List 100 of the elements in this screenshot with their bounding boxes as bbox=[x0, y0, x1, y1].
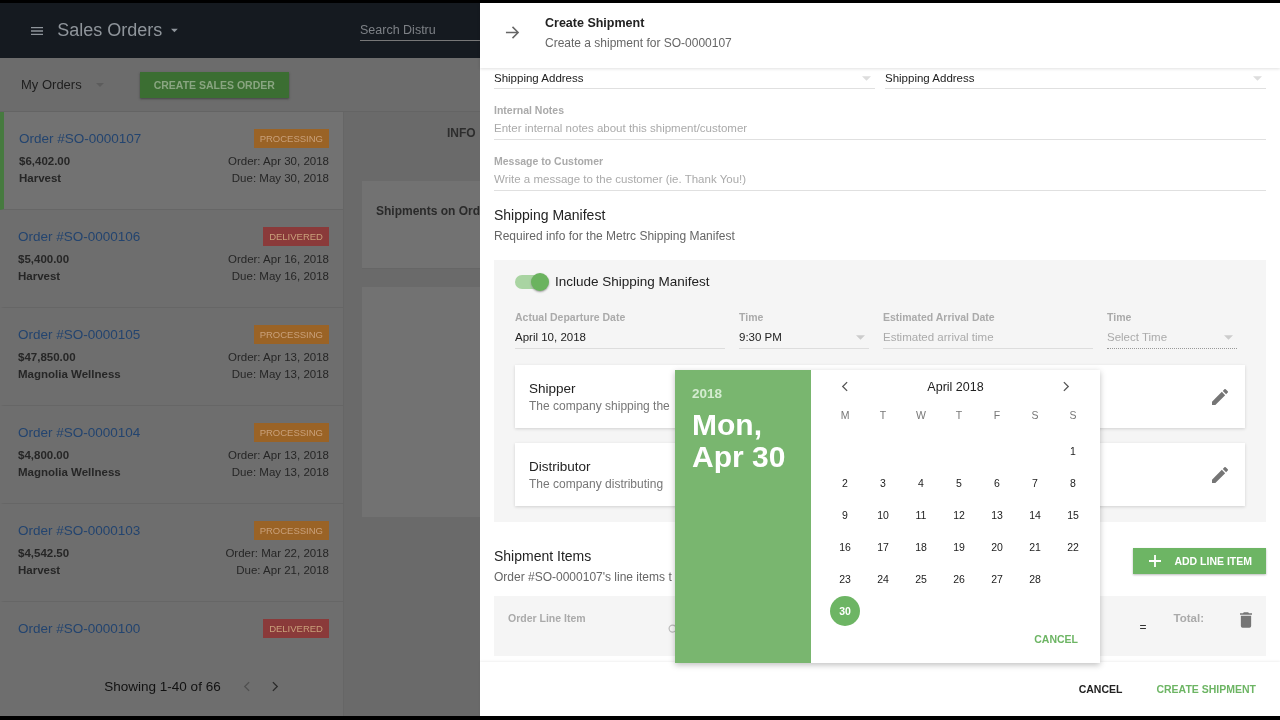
status-badge: PROCESSING bbox=[253, 129, 329, 148]
order-date: Order: Mar 22, 2018 bbox=[225, 547, 329, 559]
party-title: Shipper bbox=[529, 380, 577, 396]
input-field[interactable]: April 10, 2018 bbox=[515, 323, 725, 349]
weekday-label: M bbox=[839, 408, 851, 423]
calendar-day[interactable]: 2 bbox=[830, 468, 860, 498]
due-date: Due: Apr 21, 2018 bbox=[236, 564, 329, 576]
calendar-day[interactable]: 19 bbox=[944, 532, 974, 562]
card-title: Shipments on Ord bbox=[376, 204, 480, 218]
customer-name: Magnolia Wellness bbox=[18, 466, 121, 478]
status-badge: DELIVERED bbox=[263, 619, 329, 638]
next-icon[interactable] bbox=[271, 680, 279, 692]
status-badge: PROCESSING bbox=[253, 423, 329, 442]
menu-icon[interactable] bbox=[31, 24, 44, 37]
caret-icon[interactable] bbox=[171, 28, 178, 33]
calendar-day[interactable]: 23 bbox=[830, 564, 860, 594]
page-title: Sales Orders bbox=[57, 20, 163, 41]
dropdown-caret-icon[interactable] bbox=[856, 334, 865, 340]
order-date: Order: Apr 13, 2018 bbox=[227, 449, 329, 461]
equals-sign: = bbox=[1139, 620, 1147, 634]
calendar-day[interactable]: 11 bbox=[906, 500, 936, 530]
calendar-day[interactable]: 17 bbox=[868, 532, 898, 562]
party-description: The company shipping the bbox=[529, 398, 670, 413]
previous-month-icon[interactable] bbox=[841, 381, 848, 392]
calendar-day[interactable]: 20 bbox=[982, 532, 1012, 562]
weekday-label: S bbox=[1030, 408, 1040, 423]
order-amount: $47,850.00 bbox=[18, 351, 76, 363]
calendar-day[interactable]: 24 bbox=[868, 564, 898, 594]
dropdown-caret-icon[interactable] bbox=[1224, 334, 1233, 340]
calendar-day[interactable]: 21 bbox=[1020, 532, 1050, 562]
cancel-button[interactable]: CANCEL bbox=[1068, 675, 1133, 703]
input-field[interactable]: 9:30 PM bbox=[739, 323, 869, 349]
order-date: Order: Apr 13, 2018 bbox=[227, 351, 329, 363]
calendar-day[interactable]: 28 bbox=[1020, 564, 1050, 594]
calendar-day[interactable]: 5 bbox=[944, 468, 974, 498]
status-badge: DELIVERED bbox=[263, 227, 329, 246]
picker-date: Apr 30 bbox=[692, 441, 787, 473]
status-badge: PROCESSING bbox=[253, 521, 329, 540]
drawer-title: Create Shipment bbox=[545, 15, 646, 30]
field-label: Time bbox=[1107, 311, 1133, 323]
address-select[interactable]: Shipping Address bbox=[885, 72, 1266, 89]
calendar-day[interactable]: 1 bbox=[1058, 436, 1088, 466]
field-label: Estimated Arrival Date bbox=[883, 311, 996, 323]
pencil-icon[interactable] bbox=[1212, 388, 1228, 405]
weekday-label: T bbox=[878, 408, 888, 423]
trash-icon[interactable] bbox=[1240, 612, 1252, 628]
calendar-day[interactable]: 13 bbox=[982, 500, 1012, 530]
pencil-icon[interactable] bbox=[1212, 466, 1228, 483]
calendar-day[interactable]: 4 bbox=[906, 468, 936, 498]
order-date: Order: Apr 16, 2018 bbox=[227, 253, 329, 265]
search-field[interactable]: Search Distru bbox=[360, 20, 480, 41]
calendar-day[interactable]: 9 bbox=[830, 500, 860, 530]
party-title: Distributor bbox=[529, 458, 592, 474]
due-date: Due: May 13, 2018 bbox=[231, 368, 329, 380]
calendar-day[interactable]: 3 bbox=[868, 468, 898, 498]
drawer-subtitle: Create a shipment for SO-0000107 bbox=[545, 35, 732, 50]
calendar-day[interactable]: 7 bbox=[1020, 468, 1050, 498]
calendar-day[interactable]: 6 bbox=[982, 468, 1012, 498]
field-label: Order Line Item bbox=[508, 612, 586, 624]
customer-name: Harvest bbox=[19, 172, 62, 184]
due-date: Due: May 16, 2018 bbox=[231, 270, 329, 282]
calendar-day[interactable]: 22 bbox=[1058, 532, 1088, 562]
plus-icon bbox=[1149, 555, 1162, 567]
weekday-label: F bbox=[992, 408, 1002, 423]
total-label: Total: bbox=[1173, 612, 1204, 624]
toggle-label: Include Shipping Manifest bbox=[555, 274, 710, 289]
calendar-day[interactable]: 16 bbox=[830, 532, 860, 562]
weekday-label: W bbox=[915, 408, 927, 423]
arrow-icon[interactable] bbox=[505, 25, 520, 40]
order-amount: $6,402.00 bbox=[19, 155, 71, 167]
calendar-day[interactable]: 15 bbox=[1058, 500, 1088, 530]
toggle-switch[interactable] bbox=[515, 274, 547, 289]
customer-name: Harvest bbox=[18, 270, 61, 282]
section-title: Shipment Items bbox=[494, 548, 593, 564]
status-badge: PROCESSING bbox=[253, 325, 329, 344]
address-select[interactable]: Shipping Address bbox=[494, 72, 875, 89]
section-subtitle: Order #SO-0000107's line items t bbox=[494, 570, 672, 584]
field-label: Time bbox=[739, 311, 765, 323]
next-month-icon[interactable] bbox=[1063, 381, 1070, 392]
party-description: The company distributing bbox=[529, 476, 664, 491]
order-amount: $4,542.50 bbox=[18, 547, 70, 559]
previous-icon[interactable] bbox=[242, 680, 250, 692]
field-label: Message to Customer bbox=[494, 155, 605, 167]
calendar-day[interactable]: 25 bbox=[906, 564, 936, 594]
calendar-day[interactable]: 27 bbox=[982, 564, 1012, 594]
calendar-day[interactable]: 10 bbox=[868, 500, 898, 530]
order-amount: $5,400.00 bbox=[18, 253, 70, 265]
customer-name: Harvest bbox=[18, 564, 61, 576]
due-date: Due: May 13, 2018 bbox=[231, 466, 329, 478]
month-label: April 2018 bbox=[927, 379, 984, 394]
field-label: Internal Notes bbox=[494, 104, 565, 116]
calendar-day[interactable]: 12 bbox=[944, 500, 974, 530]
calendar-day[interactable]: 14 bbox=[1020, 500, 1050, 530]
order-amount: $4,800.00 bbox=[18, 449, 70, 461]
calendar-day[interactable]: 26 bbox=[944, 564, 974, 594]
section-title: Shipping Manifest bbox=[494, 207, 607, 223]
calendar-day[interactable]: 8 bbox=[1058, 468, 1088, 498]
field-label: Actual Departure Date bbox=[515, 311, 627, 323]
pagination-text: Showing 1-40 of 66 bbox=[104, 678, 221, 694]
calendar-day[interactable]: 18 bbox=[906, 532, 936, 562]
